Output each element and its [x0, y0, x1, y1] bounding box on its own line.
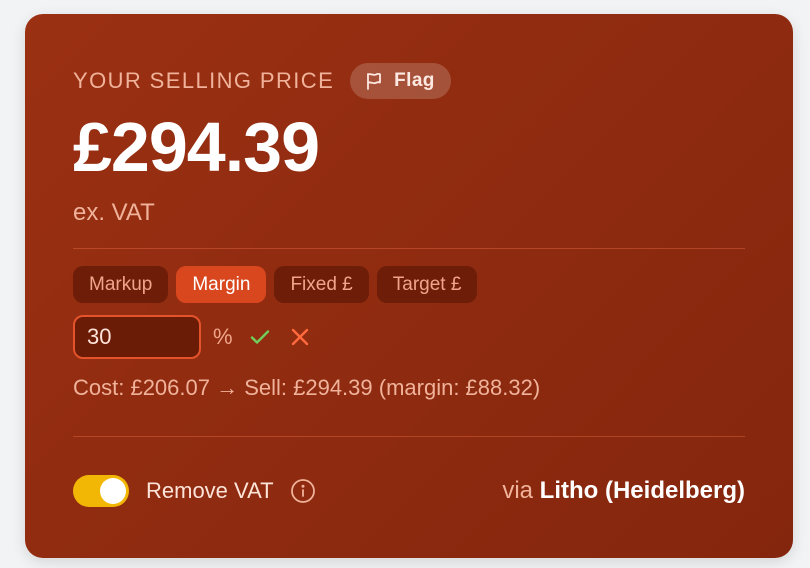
via-label: via Litho (Heidelberg)	[502, 477, 745, 505]
divider	[73, 248, 745, 249]
margin-percent-input[interactable]	[73, 315, 201, 359]
price-summary: Cost: £206.07 → Sell: £294.39 (margin: £…	[73, 375, 541, 400]
remove-vat-toggle[interactable]	[73, 475, 129, 507]
flag-icon	[364, 71, 384, 91]
flag-button[interactable]: Flag	[350, 63, 451, 99]
card-footer: Remove VAT via Litho (Heidelberg)	[73, 472, 745, 510]
via-method: Litho (Heidelberg)	[539, 477, 745, 504]
toggle-knob	[100, 478, 126, 504]
card-eyebrow: YOUR SELLING PRICE	[73, 68, 335, 93]
tab-margin[interactable]: Margin	[176, 266, 267, 303]
check-icon[interactable]	[247, 324, 273, 350]
info-icon[interactable]	[290, 478, 316, 504]
vat-note: ex. VAT	[73, 199, 155, 226]
selling-price: £294.39	[73, 108, 320, 186]
tab-fixed[interactable]: Fixed £	[274, 266, 369, 303]
via-prefix: via	[502, 477, 533, 504]
remove-vat-label: Remove VAT	[146, 478, 274, 503]
card-header: YOUR SELLING PRICE Flag	[73, 63, 451, 99]
pricing-mode-tabs: Markup Margin Fixed £ Target £	[73, 266, 478, 303]
divider	[73, 436, 745, 437]
percent-unit: %	[213, 324, 233, 349]
selling-price-card: YOUR SELLING PRICE Flag £294.39 ex. VAT …	[25, 14, 793, 558]
tab-markup[interactable]: Markup	[73, 266, 169, 303]
tab-target[interactable]: Target £	[376, 266, 478, 303]
flag-button-label: Flag	[394, 70, 435, 91]
close-icon[interactable]	[287, 324, 313, 350]
margin-input-row: %	[73, 315, 313, 359]
